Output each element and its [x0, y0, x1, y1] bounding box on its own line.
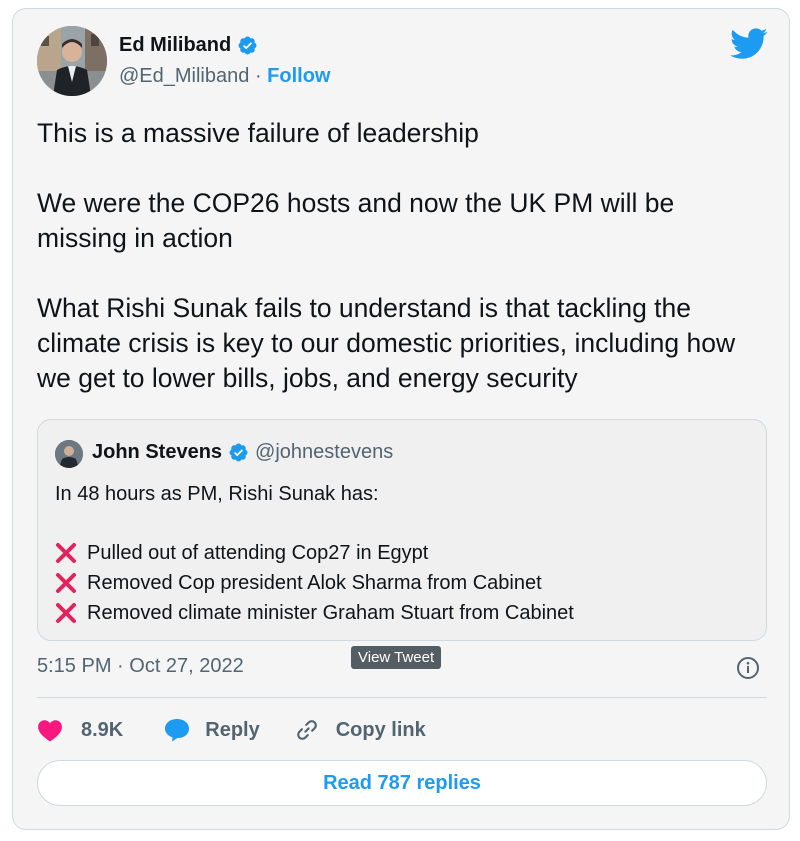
tweet-text: This is a massive failure of leadership …	[37, 116, 767, 396]
cross-mark-icon	[56, 543, 76, 563]
divider	[37, 697, 767, 698]
quoted-tweet[interactable]: John Stevens @johnestevens In 48 hours a…	[37, 419, 767, 641]
twitter-bird-icon[interactable]	[730, 28, 768, 60]
info-icon[interactable]	[736, 656, 760, 680]
quoted-list-item-text: Removed Cop president Alok Sharma from C…	[87, 572, 542, 594]
reply-button[interactable]: Reply	[163, 717, 260, 743]
quoted-avatar-photo-icon	[55, 440, 83, 468]
quoted-list-item: Removed climate minister Graham Stuart f…	[55, 598, 755, 628]
quoted-list-item-text: Pulled out of attending Cop27 in Egypt	[87, 542, 429, 564]
like-count[interactable]: 8.9K	[81, 719, 123, 742]
quoted-author-avatar[interactable]	[55, 440, 83, 468]
quoted-list-item-text: Removed climate minister Graham Stuart f…	[87, 602, 574, 624]
quoted-list-item: Removed Cop president Alok Sharma from C…	[55, 568, 755, 598]
avatar-photo-icon	[37, 26, 107, 96]
like-button[interactable]: 8.9K	[37, 718, 123, 742]
link-icon	[296, 720, 317, 740]
tweet-timestamp[interactable]: 5:15 PM · Oct 27, 2022	[37, 655, 244, 678]
reply-label: Reply	[205, 718, 260, 741]
read-replies-button[interactable]: Read 787 replies	[37, 760, 767, 806]
verified-badge-icon	[238, 36, 257, 55]
quoted-intro: In 48 hours as PM, Rishi Sunak has:	[55, 483, 379, 505]
copy-link-button[interactable]: Copy link	[294, 717, 426, 743]
author-name[interactable]: Ed Miliband	[119, 34, 231, 57]
handle-separator: ·	[254, 65, 262, 87]
view-tweet-tooltip: View Tweet	[351, 646, 442, 669]
cross-mark-icon	[56, 603, 76, 623]
tweet-paragraph: This is a massive failure of leadership	[37, 118, 479, 148]
cross-mark-icon	[56, 573, 76, 593]
verified-badge-icon	[229, 443, 248, 462]
quoted-list-item: Pulled out of attending Cop27 in Egypt	[55, 538, 755, 568]
quoted-tweet-text: In 48 hours as PM, Rishi Sunak has: Pull…	[55, 479, 755, 628]
quoted-author-handle: @johnestevens	[255, 441, 394, 463]
copy-link-label: Copy link	[335, 718, 426, 741]
author-name-row[interactable]: Ed Miliband	[119, 34, 258, 57]
quoted-author-row[interactable]: John Stevens @johnestevens	[92, 441, 393, 464]
follow-button[interactable]: Follow	[267, 65, 330, 87]
tweet-paragraph: We were the COP26 hosts and now the UK P…	[37, 188, 675, 253]
author-handle-row: @Ed_Miliband · Follow	[119, 65, 331, 88]
author-avatar[interactable]	[37, 26, 107, 96]
reply-bubble-icon	[165, 719, 190, 742]
author-handle[interactable]: @Ed_Miliband	[119, 65, 249, 87]
quoted-author-name[interactable]: John Stevens	[92, 441, 222, 464]
action-bar: 8.9K Reply Copy link	[37, 713, 426, 747]
tweet-paragraph: What Rishi Sunak fails to understand is …	[37, 293, 736, 393]
heart-icon	[38, 720, 62, 742]
